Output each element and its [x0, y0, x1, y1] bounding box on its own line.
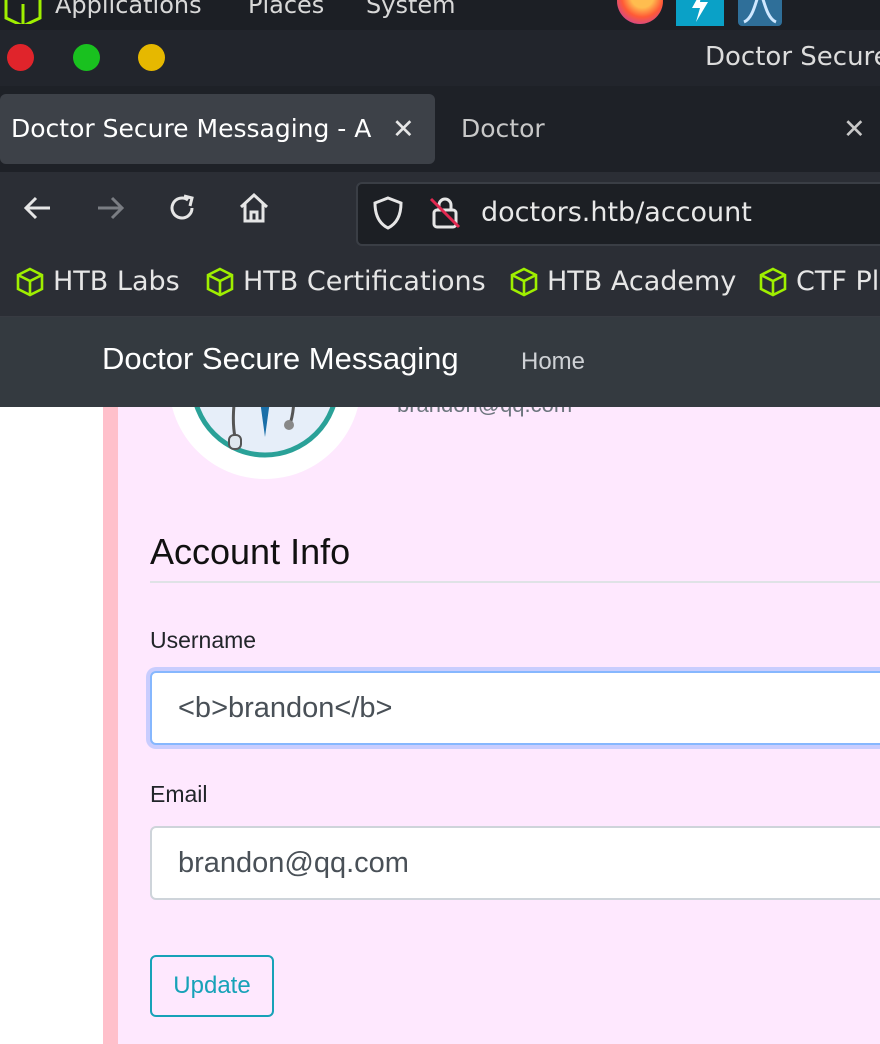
back-arrow-icon[interactable] — [18, 190, 58, 234]
bookmark-label: CTF Pl — [796, 266, 880, 297]
account-card: brandon@qq.com Account Info Username <b>… — [103, 407, 880, 1044]
section-title: Account Info — [150, 531, 351, 572]
page-content: brandon@qq.com Account Info Username <b>… — [0, 407, 880, 1044]
browser-navbar: doctors.htb/account — [0, 172, 880, 256]
forward-arrow-icon[interactable] — [90, 190, 130, 234]
tab-label: Doctor Secure Messaging - A — [11, 114, 372, 143]
site-brand[interactable]: Doctor Secure Messaging — [102, 341, 459, 377]
tab-label: Doctor — [461, 114, 545, 143]
email-input[interactable]: brandon@qq.com — [150, 826, 880, 900]
bookmark-ctf-platform[interactable]: CTF Pl — [758, 266, 879, 297]
email-label: Email — [150, 781, 208, 807]
url-text[interactable]: doctors.htb/account — [481, 197, 752, 228]
update-button[interactable]: Update — [150, 955, 274, 1017]
bookmark-htb-academy[interactable]: HTB Academy — [509, 266, 736, 297]
burpsuite-icon[interactable] — [676, 0, 724, 26]
htb-cube-icon — [510, 267, 538, 296]
username-input[interactable]: <b>brandon</b> — [150, 671, 880, 745]
window-maximize-button[interactable] — [73, 44, 100, 71]
htb-cube-icon — [16, 267, 44, 296]
htb-cube-icon — [759, 267, 787, 296]
window-title: Doctor Secure — [705, 42, 880, 72]
profile-email: brandon@qq.com — [397, 407, 572, 418]
applications-cube-icon[interactable] — [2, 0, 44, 28]
window-close-button[interactable] — [7, 44, 34, 71]
nav-home-link[interactable]: Home — [521, 348, 585, 376]
section-divider — [150, 581, 880, 583]
doctor-avatar — [165, 407, 365, 497]
menu-applications[interactable]: Applications — [55, 0, 202, 19]
menu-places[interactable]: Places — [248, 0, 324, 19]
firefox-icon[interactable] — [617, 0, 663, 24]
tab-doctor[interactable]: Doctor ✕ — [445, 94, 880, 164]
tab-close-icon[interactable]: ✕ — [392, 114, 415, 145]
window-minimize-button[interactable] — [138, 44, 165, 71]
htb-cube-icon — [206, 267, 234, 296]
window-titlebar: Doctor Secure — [0, 30, 880, 86]
wireshark-icon[interactable] — [738, 0, 782, 26]
bookmarks-toolbar: HTB Labs HTB Certifications HTB Academy … — [0, 256, 880, 317]
bookmark-label: HTB Certifications — [243, 266, 486, 297]
site-navbar: Doctor Secure Messaging Home — [0, 317, 880, 407]
bookmark-htb-certifications[interactable]: HTB Certifications — [205, 266, 486, 297]
tab-doctor-secure-messaging[interactable]: Doctor Secure Messaging - A ✕ — [0, 94, 435, 164]
menu-system[interactable]: System — [366, 0, 456, 19]
desktop-top-panel: Applications Places System — [0, 0, 880, 30]
reload-icon[interactable] — [162, 190, 202, 234]
tracking-shield-icon[interactable] — [372, 196, 404, 234]
url-bar[interactable]: doctors.htb/account — [356, 182, 880, 246]
username-label: Username — [150, 627, 257, 653]
home-icon[interactable] — [234, 190, 274, 234]
tab-close-icon[interactable]: ✕ — [843, 114, 866, 145]
bookmark-label: HTB Labs — [53, 266, 180, 297]
insecure-lock-icon[interactable] — [428, 194, 462, 234]
bookmark-label: HTB Academy — [547, 266, 737, 297]
tab-strip: Doctor Secure Messaging - A ✕ Doctor ✕ — [0, 86, 880, 172]
bookmark-htb-labs[interactable]: HTB Labs — [15, 266, 180, 297]
